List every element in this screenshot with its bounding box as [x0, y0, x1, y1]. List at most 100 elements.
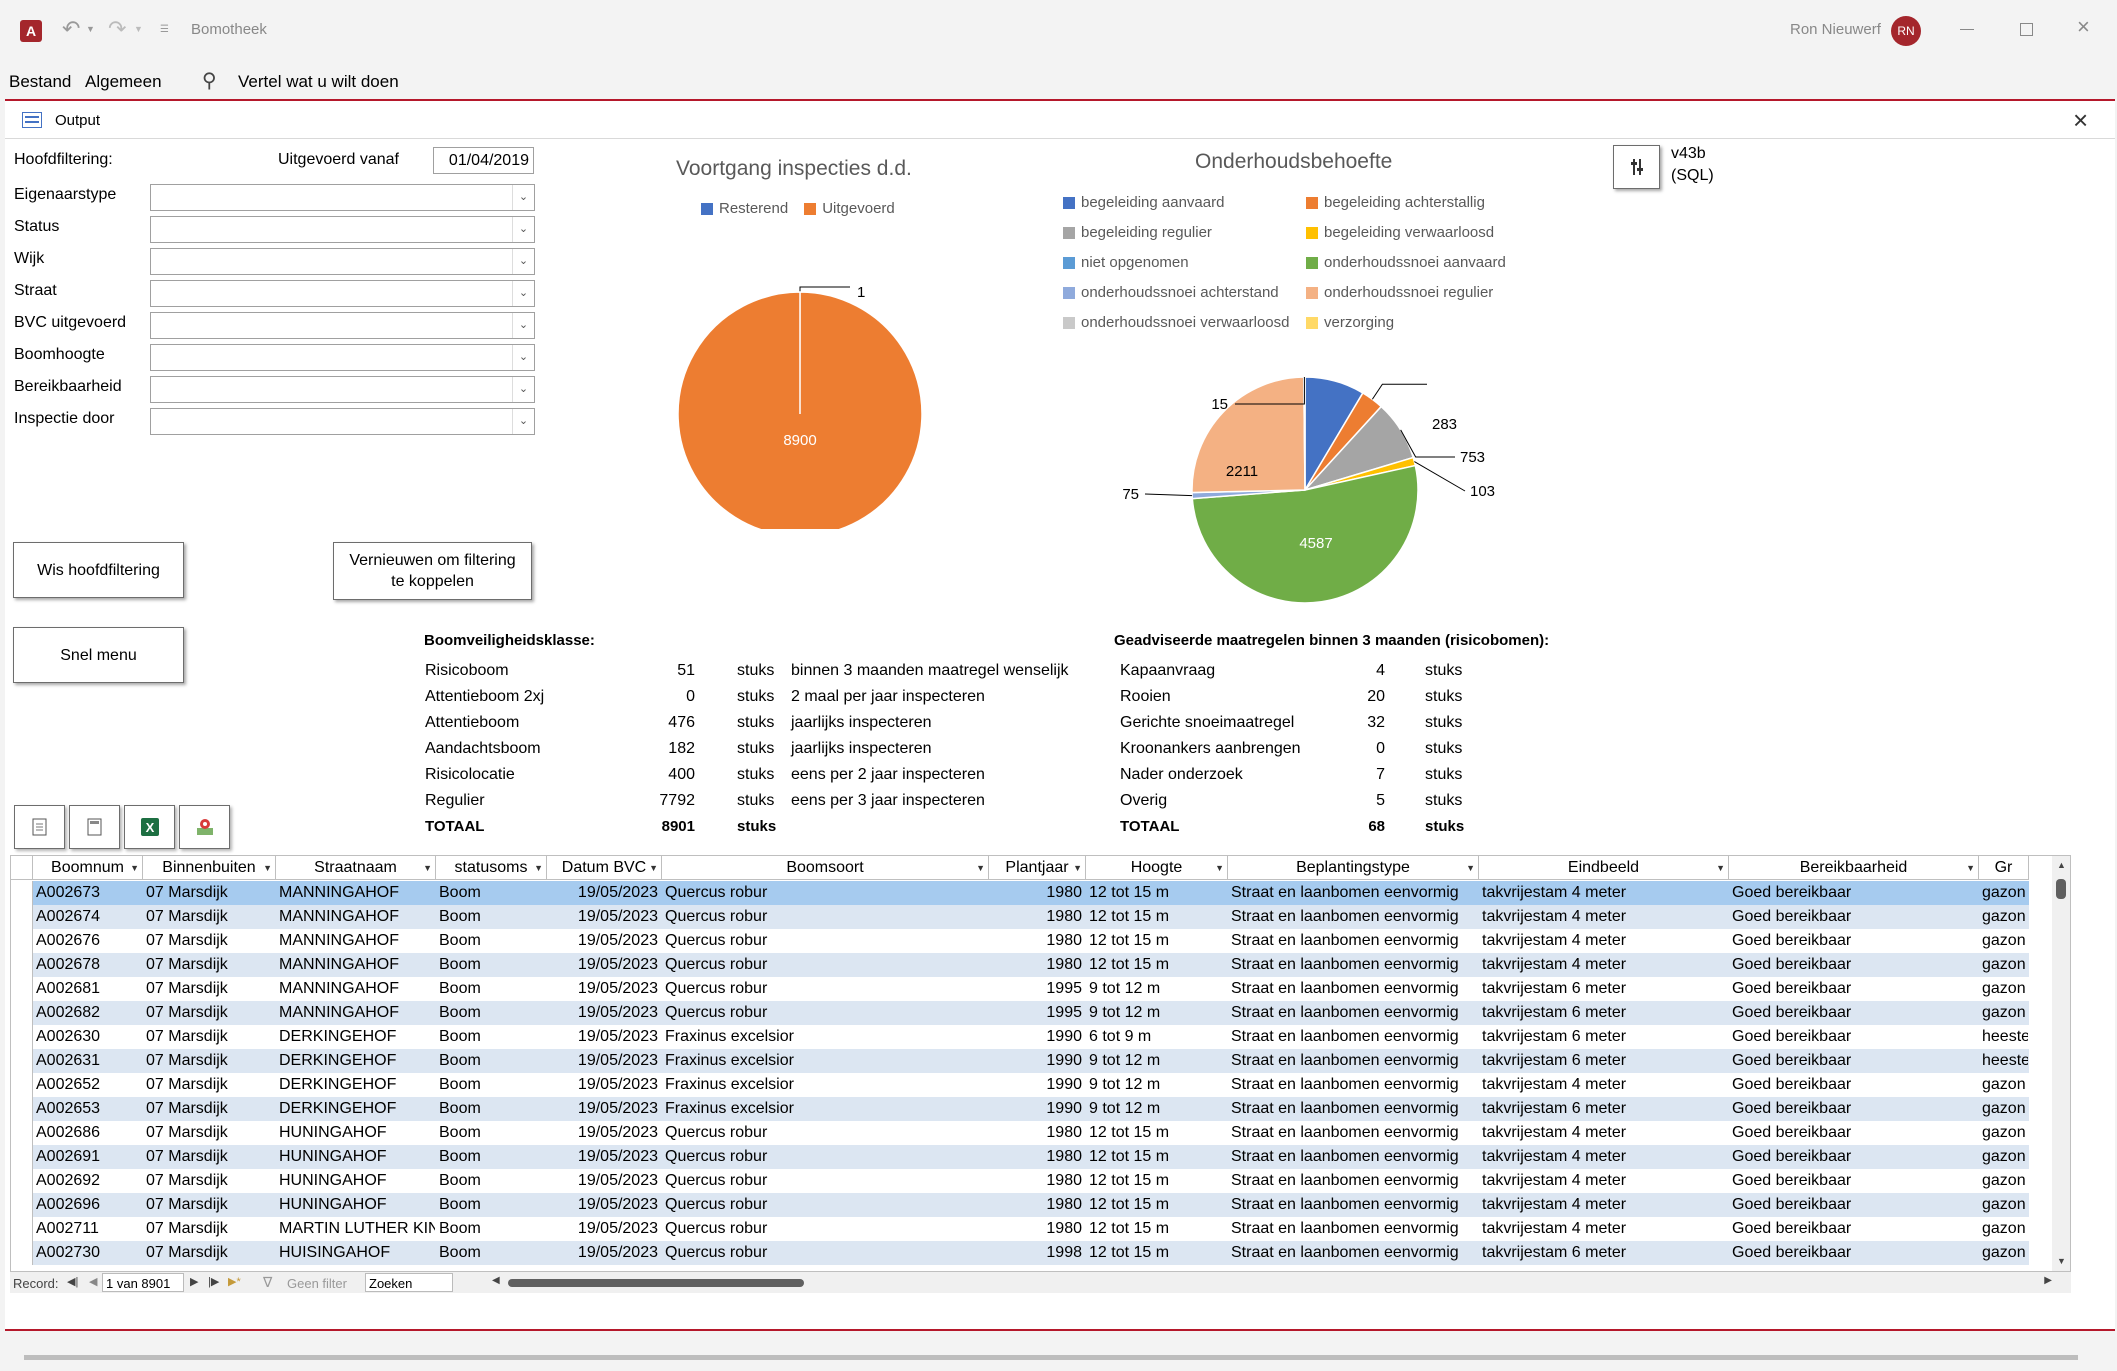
table-cell[interactable]: takvrijestam 4 meter — [1479, 953, 1729, 977]
table-cell[interactable]: gazon — [1979, 905, 2029, 929]
table-cell[interactable]: 19/05/2023 — [547, 1145, 662, 1169]
next-record-icon[interactable]: ▶ — [190, 1275, 198, 1288]
table-row[interactable]: A002653 07 Marsdijk DERKINGEHOF Boom 19/05/2… — [11, 1097, 2029, 1121]
table-row[interactable]: A002682 07 Marsdijk MANNINGAHOF Boom 19/05/2… — [11, 1001, 2029, 1025]
table-cell[interactable]: 9 tot 12 m — [1086, 1097, 1228, 1121]
table-row[interactable]: A002630 07 Marsdijk DERKINGEHOF Boom 19/05/2… — [11, 1025, 2029, 1049]
table-cell[interactable]: Quercus robur — [662, 1001, 989, 1025]
table-cell[interactable]: gazon — [1979, 881, 2029, 905]
table-cell[interactable]: Goed bereikbaar — [1729, 1025, 1979, 1049]
column-header[interactable]: Gr — [1979, 856, 2029, 880]
table-row[interactable]: A002676 07 Marsdijk MANNINGAHOF Boom 19/05/2… — [11, 929, 2029, 953]
table-cell[interactable]: takvrijestam 6 meter — [1479, 1241, 1729, 1265]
table-cell[interactable]: Fraxinus excelsior — [662, 1049, 989, 1073]
table-cell[interactable]: 1980 — [989, 1193, 1086, 1217]
row-selector[interactable] — [11, 1121, 33, 1145]
column-header[interactable]: Binnenbuiten ▼ — [143, 856, 276, 880]
row-selector[interactable] — [11, 1145, 33, 1169]
table-cell[interactable]: 12 tot 15 m — [1086, 1193, 1228, 1217]
column-header[interactable]: Plantjaar ▼ — [989, 856, 1086, 880]
table-cell[interactable]: A002630 — [33, 1025, 143, 1049]
table-cell[interactable]: Straat en laanbomen eenvormig — [1228, 1097, 1479, 1121]
table-cell[interactable]: Boom — [436, 1073, 547, 1097]
table-row[interactable]: A002652 07 Marsdijk DERKINGEHOF Boom 19/05/2… — [11, 1073, 2029, 1097]
table-cell[interactable]: 12 tot 15 m — [1086, 929, 1228, 953]
table-cell[interactable]: 9 tot 12 m — [1086, 1049, 1228, 1073]
table-row[interactable]: A002692 07 Marsdijk HUNINGAHOF Boom 19/05/20… — [11, 1169, 2029, 1193]
table-cell[interactable]: Boom — [436, 1025, 547, 1049]
first-record-icon[interactable]: ◀| — [67, 1275, 78, 1288]
vertical-scroll-thumb[interactable] — [2056, 879, 2066, 899]
quick-menu-button[interactable]: Snel menu — [13, 627, 184, 683]
table-cell[interactable]: 19/05/2023 — [547, 929, 662, 953]
table-cell[interactable]: A002682 — [33, 1001, 143, 1025]
horizontal-scrollbar[interactable]: ◀ ▶ — [492, 1275, 2052, 1290]
table-cell[interactable]: MANNINGAHOF — [276, 1001, 436, 1025]
datasheet-grid[interactable]: Boomnum ▼ Binnenbuiten ▼ Straatnaam ▼ statusom… — [10, 855, 2071, 1283]
table-cell[interactable]: Boom — [436, 905, 547, 929]
table-cell[interactable]: 19/05/2023 — [547, 1097, 662, 1121]
chevron-down-icon[interactable]: ⌄ — [512, 249, 534, 274]
table-cell[interactable]: Boom — [436, 977, 547, 1001]
table-cell[interactable]: 1980 — [989, 881, 1086, 905]
table-cell[interactable]: A002711 — [33, 1217, 143, 1241]
table-cell[interactable]: 1990 — [989, 1073, 1086, 1097]
chevron-down-icon[interactable]: ⌄ — [512, 377, 534, 402]
table-cell[interactable]: takvrijestam 4 meter — [1479, 1217, 1729, 1241]
table-cell[interactable]: gazon — [1979, 1121, 2029, 1145]
table-row[interactable]: A002631 07 Marsdijk DERKINGEHOF Boom 19/05/2… — [11, 1049, 2029, 1073]
table-cell[interactable]: A002653 — [33, 1097, 143, 1121]
table-cell[interactable]: HUNINGAHOF — [276, 1145, 436, 1169]
table-cell[interactable]: heesters — [1979, 1025, 2029, 1049]
table-cell[interactable]: 1995 — [989, 977, 1086, 1001]
table-row[interactable]: A002673 07 Marsdijk MANNINGAHOF Boom 19/05/2… — [11, 881, 2029, 905]
table-cell[interactable]: Straat en laanbomen eenvormig — [1228, 1025, 1479, 1049]
table-cell[interactable]: 19/05/2023 — [547, 953, 662, 977]
table-cell[interactable]: gazon — [1979, 1145, 2029, 1169]
tell-me-box[interactable]: Vertel wat u wilt doen — [238, 72, 399, 92]
table-cell[interactable]: DERKINGEHOF — [276, 1073, 436, 1097]
table-cell[interactable]: Goed bereikbaar — [1729, 881, 1979, 905]
table-cell[interactable]: Goed bereikbaar — [1729, 1169, 1979, 1193]
table-cell[interactable]: Straat en laanbomen eenvormig — [1228, 1049, 1479, 1073]
table-cell[interactable]: 19/05/2023 — [547, 1169, 662, 1193]
table-cell[interactable]: takvrijestam 6 meter — [1479, 1025, 1729, 1049]
search-field[interactable]: Zoeken — [365, 1273, 453, 1292]
form-view-button[interactable] — [69, 805, 120, 849]
undo-icon[interactable]: ↶ — [62, 16, 80, 42]
row-selector[interactable] — [11, 905, 33, 929]
table-cell[interactable]: Quercus robur — [662, 1169, 989, 1193]
table-cell[interactable]: 9 tot 12 m — [1086, 1073, 1228, 1097]
table-cell[interactable]: Boom — [436, 1169, 547, 1193]
table-cell[interactable]: Quercus robur — [662, 953, 989, 977]
table-cell[interactable]: Goed bereikbaar — [1729, 1241, 1979, 1265]
table-cell[interactable]: 19/05/2023 — [547, 1001, 662, 1025]
minimize-icon[interactable] — [1960, 29, 1974, 30]
table-cell[interactable]: 07 Marsdijk — [143, 881, 276, 905]
table-cell[interactable]: Straat en laanbomen eenvormig — [1228, 1217, 1479, 1241]
filter-combo-3[interactable]: ⌄ — [150, 280, 535, 307]
filter-icon[interactable]: ∇ — [263, 1274, 272, 1291]
table-cell[interactable]: 07 Marsdijk — [143, 1169, 276, 1193]
table-cell[interactable]: 12 tot 15 m — [1086, 1169, 1228, 1193]
row-selector[interactable] — [11, 953, 33, 977]
table-cell[interactable]: gazon — [1979, 1193, 2029, 1217]
column-header[interactable]: Bereikbaarheid ▼ — [1729, 856, 1979, 880]
column-header[interactable]: Boomnum ▼ — [33, 856, 143, 880]
table-cell[interactable]: 1995 — [989, 1001, 1086, 1025]
table-cell[interactable]: A002691 — [33, 1145, 143, 1169]
table-cell[interactable]: Boom — [436, 881, 547, 905]
table-cell[interactable]: 19/05/2023 — [547, 977, 662, 1001]
table-cell[interactable]: takvrijestam 4 meter — [1479, 881, 1729, 905]
filter-combo-2[interactable]: ⌄ — [150, 248, 535, 275]
table-cell[interactable]: Goed bereikbaar — [1729, 1145, 1979, 1169]
table-cell[interactable]: DERKINGEHOF — [276, 1097, 436, 1121]
filter-combo-5[interactable]: ⌄ — [150, 344, 535, 371]
table-cell[interactable]: 07 Marsdijk — [143, 1001, 276, 1025]
user-name[interactable]: Ron Nieuwerf — [1790, 21, 1881, 38]
table-cell[interactable]: Quercus robur — [662, 1193, 989, 1217]
row-selector[interactable] — [11, 1169, 33, 1193]
avatar[interactable]: RN — [1891, 16, 1921, 46]
table-cell[interactable]: 07 Marsdijk — [143, 977, 276, 1001]
select-all-cell[interactable] — [11, 856, 33, 880]
